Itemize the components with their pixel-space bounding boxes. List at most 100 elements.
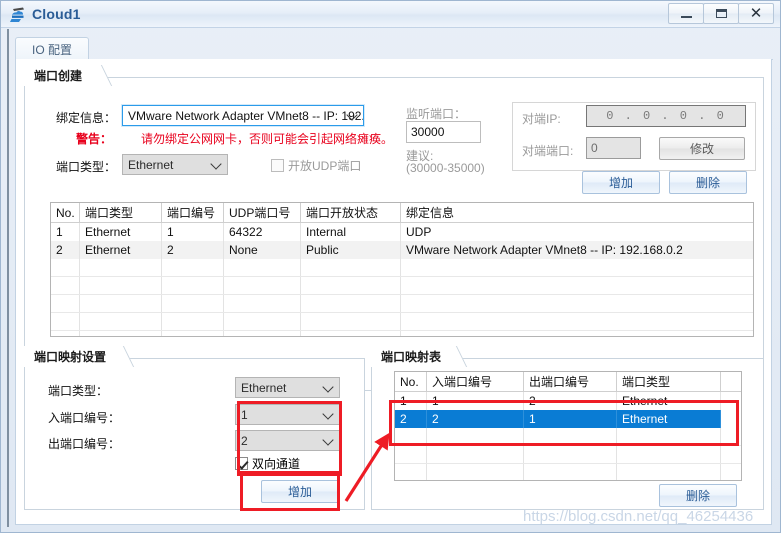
table-row[interactable]: 1 Ethernet 1 64322 Internal UDP [51,223,753,241]
mapping-port-type-combo[interactable]: Ethernet [235,377,340,398]
table-row[interactable]: 1 1 2 Ethernet [395,392,741,410]
table-row[interactable]: 2 2 1 Ethernet [395,410,741,428]
bind-info-combo[interactable]: VMware Network Adapter VMnet8 -- IP: 192… [121,104,365,127]
cell [721,410,741,428]
peer-ip-input[interactable]: 0 . 0 . 0 . 0 [586,105,746,127]
peer-ip-label: 对端IP: [522,112,561,126]
cell [395,428,427,445]
cell: 1 [395,392,427,410]
mapping-table-col-2: 出端口编号 [524,372,617,391]
chevron-down-icon [324,435,333,444]
group-mapping-table-title: 端口映射表 [371,346,448,367]
table-row[interactable] [51,313,753,331]
mapping-delete-button[interactable]: 删除 [659,484,737,507]
application-window: Cloud1 ✕ IO 配置 端口创建 绑定信息： VMware Network… [0,0,781,533]
cell [51,331,80,336]
cell [301,295,401,312]
mapping-delete-button-label: 删除 [685,489,710,503]
port-table[interactable]: No. 端口类型 端口编号 UDP端口号 端口开放状态 绑定信息 1 Ether… [50,202,754,337]
udp-checkbox[interactable]: 开放UDP端口 [271,157,361,174]
cell: 1 [427,392,524,410]
tab-io-config-label: IO 配置 [32,42,73,57]
port-table-header: No. 端口类型 端口编号 UDP端口号 端口开放状态 绑定信息 [51,203,753,223]
tab-page-io-config: 端口创建 绑定信息： VMware Network Adapter VMnet8… [15,59,772,525]
cell [162,259,224,276]
modify-button[interactable]: 修改 [659,137,745,160]
out-port-combo[interactable]: 2 [235,430,340,451]
port-type-label: 端口类型： [56,160,117,174]
cell: 2 [162,241,224,259]
cell [395,464,427,480]
table-row[interactable] [395,446,741,464]
mapping-add-button[interactable]: 增加 [261,480,339,503]
left-edge-line [7,29,9,527]
peer-port-value: 0 [591,141,598,155]
cell: Ethernet [80,241,162,259]
chevron-down-icon [212,159,221,168]
mapping-table[interactable]: No. 入端口编号 出端口编号 端口类型 1 1 2 Ethernet 2 2 … [394,371,742,481]
maximize-icon[interactable] [703,3,739,24]
table-row[interactable] [395,428,741,446]
tab-strip: IO 配置 [15,37,773,60]
cell: 1 [524,410,617,428]
cell [162,277,224,294]
in-port-value: 1 [241,407,248,422]
mapping-table-header: No. 入端口编号 出端口编号 端口类型 [395,372,741,392]
port-table-col-2: 端口编号 [162,203,224,222]
cell [524,464,617,480]
port-table-col-3: UDP端口号 [224,203,301,222]
in-port-combo[interactable]: 1 [235,404,340,425]
mapping-port-type-label: 端口类型： [48,384,109,398]
close-icon[interactable]: ✕ [738,3,774,24]
add-port-button-label: 增加 [608,176,633,190]
cell [721,446,741,463]
cell [51,259,80,276]
cell [80,277,162,294]
mapping-table-col-0: No. [395,372,427,391]
cell [721,464,741,480]
listen-port-input[interactable]: 30000 [406,121,481,143]
modify-button-label: 修改 [689,142,714,156]
listen-port-value: 30000 [411,125,445,139]
chevron-down-icon [348,110,357,119]
bidirectional-checkbox[interactable]: 双向通道 [235,455,300,472]
cell [224,295,301,312]
cell [524,428,617,445]
group-mapping-settings-title: 端口映射设置 [24,346,113,367]
delete-port-button[interactable]: 删除 [669,171,747,194]
cell [80,313,162,330]
port-table-col-5: 绑定信息 [406,206,455,220]
cell: 2 [427,410,524,428]
mapping-table-col-1: 入端口编号 [427,372,524,391]
out-port-value: 2 [241,433,248,448]
warning-label: 警告： [76,132,113,146]
cell: VMware Network Adapter VMnet8 -- IP: 192… [406,243,683,257]
peer-port-input[interactable]: 0 [586,137,641,159]
cell [80,331,162,336]
table-row[interactable] [51,331,753,336]
port-type-combo[interactable]: Ethernet [122,154,228,175]
group-port-create-title: 端口创建 [24,65,89,86]
table-row[interactable] [51,259,753,277]
table-row[interactable] [395,464,741,480]
table-row[interactable] [51,295,753,313]
cell [51,313,80,330]
cell [224,313,301,330]
cell [617,446,721,463]
warning-text: 请勿绑定公网网卡，否则可能会引起网络瘫痪。 [141,132,394,146]
cell [80,295,162,312]
add-port-button[interactable]: 增加 [582,171,660,194]
cell [617,428,721,445]
minimize-icon[interactable] [668,3,704,24]
cell: Internal [301,223,401,241]
table-row[interactable] [51,277,753,295]
cell [301,331,401,336]
cell: 1 [51,223,80,241]
table-row[interactable]: 2 Ethernet 2 None Public VMware Network … [51,241,753,259]
mapping-port-type-value: Ethernet [241,380,287,395]
tab-io-config[interactable]: IO 配置 [15,37,90,60]
cell [401,331,753,336]
cell [224,277,301,294]
suggest-range: (30000-35000) [406,161,485,175]
port-table-col-0: No. [51,203,80,222]
